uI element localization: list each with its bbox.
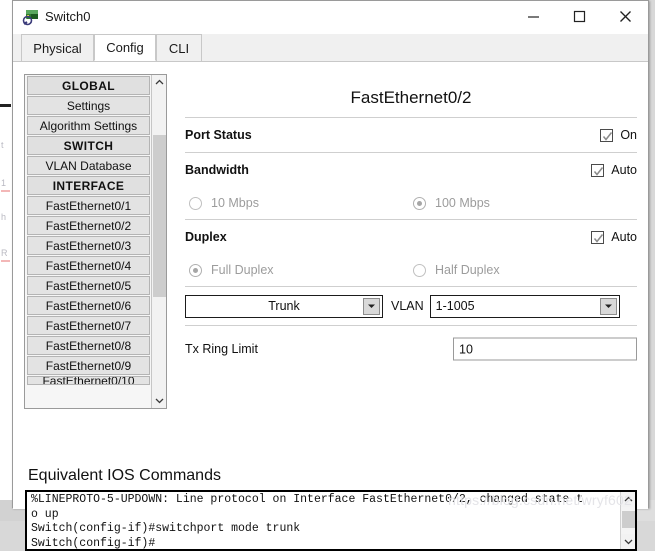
bandwidth-options: 10 Mbps 100 Mbps [185,187,637,219]
vlan-label: VLAN [391,299,424,313]
window-title: Switch0 [45,9,91,24]
sidebar-header-switch: SWITCH [27,136,150,155]
sidebar-item-fastethernet0-2[interactable]: FastEthernet0/2 [27,216,150,235]
sidebar-item-settings[interactable]: Settings [27,96,150,115]
background-text: h [1,212,7,222]
sidebar-header-global: GLOBAL [27,76,150,95]
minimize-button[interactable] [510,1,556,32]
sidebar-item-fastethernet0-3[interactable]: FastEthernet0/3 [27,236,150,255]
bandwidth-auto-checkbox[interactable]: Auto [591,163,637,177]
radio-half-duplex-label: Half Duplex [435,263,500,277]
radio-100-mbps[interactable]: 100 Mbps [413,196,490,210]
sidebar-item-fastethernet0-8[interactable]: FastEthernet0/8 [27,336,150,355]
chevron-up-icon[interactable] [152,75,166,90]
sidebar-header-interface: INTERFACE [27,176,150,195]
tab-cli[interactable]: CLI [156,34,202,61]
port-status-checkbox[interactable]: On [600,128,637,142]
screen: t 1 h R Switch0 Physical Config CLI GLOB… [0,0,655,551]
switchport-row: Trunk VLAN 1-1005 [185,287,637,325]
duplex-options: Full Duplex Half Duplex [185,254,637,286]
tx-ring-limit-input[interactable]: 10 [453,337,637,361]
checkbox-icon[interactable] [591,230,605,244]
tab-physical[interactable]: Physical [21,34,94,61]
port-status-label: Port Status [185,128,252,142]
background-strip [0,104,11,107]
tab-config[interactable]: Config [94,34,156,61]
background-underline [1,190,10,192]
checkbox-icon[interactable] [591,163,605,177]
port-status-row: Port Status On [185,118,637,152]
config-sidebar: GLOBAL Settings Algorithm Settings SWITC… [24,74,167,409]
close-button[interactable] [602,1,648,32]
sidebar-list: GLOBAL Settings Algorithm Settings SWITC… [25,75,152,385]
sidebar-item-fastethernet0-5[interactable]: FastEthernet0/5 [27,276,150,295]
vlan-value: 1-1005 [435,299,475,313]
sidebar-scroll-thumb[interactable] [153,135,166,297]
duplex-auto-label: Auto [611,230,637,244]
panel-title: FastEthernet0/2 [350,88,472,107]
maximize-button[interactable] [556,1,602,32]
switch-device-icon [22,9,39,26]
radio-full-duplex[interactable]: Full Duplex [189,263,274,277]
sidebar-scrollbar[interactable] [151,75,166,408]
config-content: GLOBAL Settings Algorithm Settings SWITC… [13,62,648,551]
background-text: t [1,140,4,150]
checkbox-icon[interactable] [600,128,614,142]
ios-scroll-thumb[interactable] [622,511,635,528]
background-underline [1,260,10,262]
interface-config-panel: FastEthernet0/2 Port Status On Bandwidth [185,74,637,409]
radio-icon[interactable] [413,263,426,277]
radio-half-duplex[interactable]: Half Duplex [413,263,500,277]
sidebar-item-fastethernet0-10[interactable]: FastEthernet0/10 [27,376,150,385]
bandwidth-label: Bandwidth [185,163,249,177]
sidebar-item-vlan-database[interactable]: VLAN Database [27,156,150,175]
background-text: 1 [1,178,7,188]
radio-icon-selected[interactable] [189,263,202,277]
radio-icon-selected[interactable] [413,196,426,210]
duplex-auto-checkbox[interactable]: Auto [591,230,637,244]
switchport-mode-value: Trunk [268,299,300,313]
sidebar-item-algorithm-settings[interactable]: Algorithm Settings [27,116,150,135]
radio-full-duplex-label: Full Duplex [211,263,274,277]
bandwidth-row: Bandwidth Auto [185,153,637,187]
radio-10-mbps-label: 10 Mbps [211,196,259,210]
sidebar-item-fastethernet0-4[interactable]: FastEthernet0/4 [27,256,150,275]
tx-ring-limit-label: Tx Ring Limit [185,342,258,356]
duplex-row: Duplex Auto [185,220,637,254]
chevron-down-icon[interactable] [152,393,166,408]
bandwidth-auto-label: Auto [611,163,637,177]
sidebar-item-fastethernet0-6[interactable]: FastEthernet0/6 [27,296,150,315]
sidebar-scroll-thumb-secondary[interactable] [153,297,166,307]
title-bar: Switch0 [13,1,648,34]
watermark: https://blog.csdn.net/wryf602 [448,492,633,508]
switch-config-window: Switch0 Physical Config CLI GLOBAL Setti… [12,0,649,551]
ios-commands-title: Equivalent IOS Commands [28,467,221,484]
window-controls [510,1,648,32]
chevron-down-icon[interactable] [621,534,635,549]
switchport-mode-dropdown[interactable]: Trunk [185,294,383,318]
tab-strip: Physical Config CLI [13,34,648,62]
radio-100-mbps-label: 100 Mbps [435,196,490,210]
radio-10-mbps[interactable]: 10 Mbps [189,196,259,210]
port-status-checkbox-label: On [620,128,637,142]
sidebar-item-fastethernet0-7[interactable]: FastEthernet0/7 [27,316,150,335]
radio-icon[interactable] [189,196,202,210]
sidebar-item-fastethernet0-1[interactable]: FastEthernet0/1 [27,196,150,215]
background-text: R [1,248,8,258]
vlan-dropdown[interactable]: 1-1005 [429,294,620,318]
duplex-label: Duplex [185,230,227,244]
chevron-down-icon[interactable] [363,297,380,315]
chevron-down-icon[interactable] [599,297,617,315]
sidebar-item-fastethernet0-9[interactable]: FastEthernet0/9 [27,356,150,375]
tx-ring-limit-row: Tx Ring Limit 10 [185,326,637,372]
